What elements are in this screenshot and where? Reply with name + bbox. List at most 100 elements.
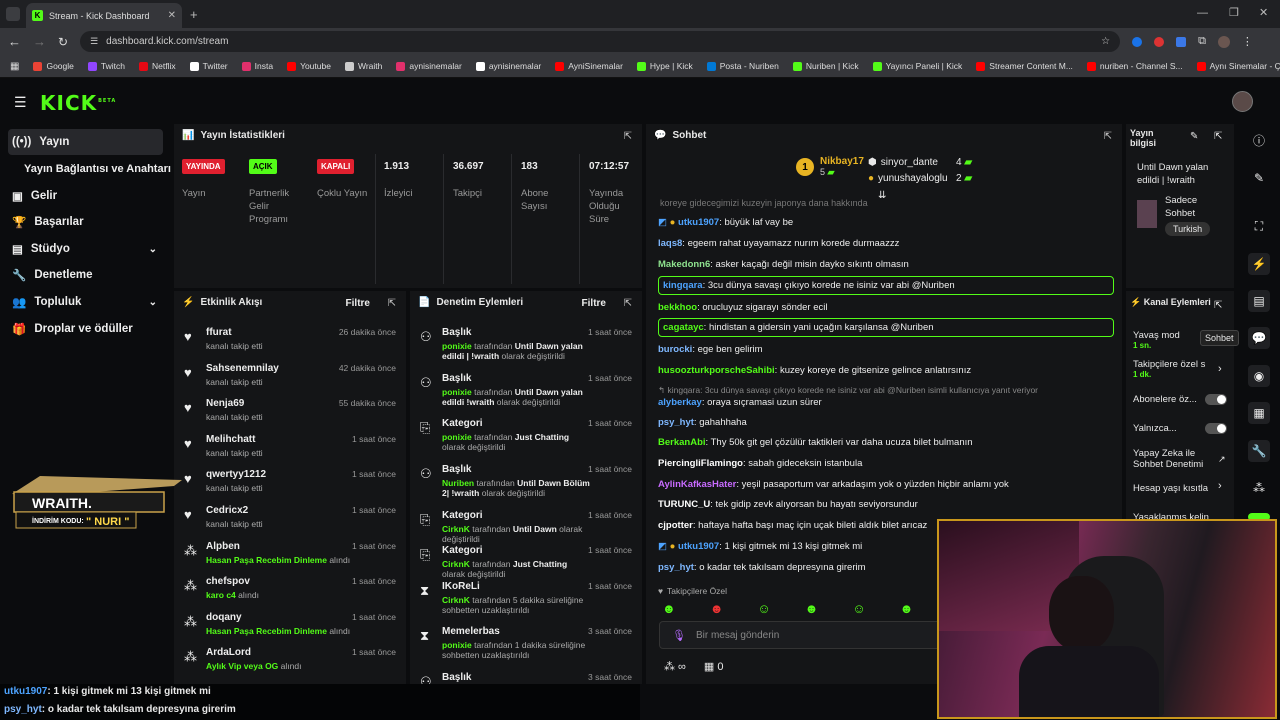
chat-message[interactable]: kingqara: 3cu dünya savaşı çıkıyo korede… bbox=[658, 276, 1114, 295]
only-toggle[interactable] bbox=[1205, 423, 1227, 434]
wrench-icon[interactable]: 🔧 bbox=[1248, 440, 1270, 462]
bookmark-item[interactable]: nuriben - Channel S... bbox=[1086, 61, 1183, 71]
sidebar-item-yayin[interactable]: ((•)) Yayın bbox=[8, 129, 163, 155]
menu-kebab-icon[interactable]: ⋮ bbox=[1242, 35, 1253, 48]
account-age-item[interactable]: Hesap yaşı kısıtla bbox=[1133, 483, 1208, 494]
layout-icon[interactable]: ▦ bbox=[1248, 402, 1270, 424]
bookmark-item[interactable]: Insta bbox=[241, 61, 273, 71]
extension-icon[interactable] bbox=[1132, 36, 1143, 47]
tab-search-icon[interactable] bbox=[6, 7, 20, 21]
ai-moderation-item[interactable]: Yapay Zeka ile Sohbet Denetimi bbox=[1133, 448, 1215, 470]
language-tag[interactable]: Turkish bbox=[1165, 222, 1211, 236]
emote-icon[interactable]: ☺ bbox=[852, 601, 865, 616]
chat-message[interactable]: TURUNC_U: tek gidip zevk alıyorsan bu ha… bbox=[658, 499, 1114, 510]
profile-icon[interactable] bbox=[1217, 35, 1230, 48]
chat-message[interactable]: AylinKafkasHater: yeşil pasaportum var a… bbox=[658, 479, 1114, 490]
bookmark-item[interactable]: AyniSinemalar bbox=[555, 61, 623, 71]
forward-icon[interactable]: → bbox=[33, 34, 46, 49]
info-icon[interactable]: ⓘ bbox=[1248, 129, 1270, 151]
extension-icon[interactable] bbox=[1176, 36, 1187, 47]
bookmark-star-icon[interactable]: ☆ bbox=[1101, 36, 1110, 47]
chat-message[interactable]: PiercingliFlamingo: sabah gideceksin ist… bbox=[658, 458, 1114, 469]
chat-message[interactable]: BerkanAbi: Thy 50k git gel çözülür takti… bbox=[658, 437, 1114, 448]
people-icon[interactable]: ⁂ bbox=[1248, 477, 1270, 499]
extension-icon[interactable] bbox=[1154, 36, 1165, 47]
bookmark-item[interactable]: aynisinemalar bbox=[475, 61, 541, 71]
followers-mode-item[interactable]: Takipçilere özel s1 dk. bbox=[1133, 359, 1213, 379]
chat-message[interactable]: burocki: ege ben gelirim bbox=[658, 344, 1114, 355]
popout-icon[interactable]: ⇱ bbox=[1214, 131, 1222, 142]
document-icon[interactable]: ▤ bbox=[1248, 290, 1270, 312]
emote-icon[interactable]: ☻ bbox=[710, 601, 724, 616]
tab-close-icon[interactable]: ✕ bbox=[168, 10, 176, 21]
emote-icon[interactable]: ☻ bbox=[900, 601, 914, 616]
scroll-down-icon[interactable]: ⇊ bbox=[878, 190, 886, 201]
close-window-icon[interactable]: ✕ bbox=[1259, 6, 1268, 19]
bookmark-item[interactable]: Nuriben | Kick bbox=[792, 61, 859, 71]
apps-grid-icon[interactable]: ▦ bbox=[10, 61, 19, 72]
new-tab-icon[interactable]: + bbox=[190, 7, 198, 22]
user-avatar[interactable] bbox=[1232, 91, 1253, 112]
bookmark-item[interactable]: Wraith bbox=[344, 61, 382, 71]
address-bar[interactable]: ☰ dashboard.kick.com/stream ☆ bbox=[80, 31, 1121, 52]
gift-box-icon[interactable]: ▦ 0 bbox=[704, 660, 724, 673]
bookmark-item[interactable]: Netflix bbox=[138, 61, 176, 71]
bookmark-item[interactable]: aynisinemalar bbox=[396, 61, 462, 71]
sidebar-item-basarilar[interactable]: 🏆 Başarılar bbox=[8, 209, 163, 235]
chat-message[interactable]: Makedonn6: asker kaçağı değil misin dayk… bbox=[658, 259, 1114, 270]
popout-icon[interactable]: ⇱ bbox=[1214, 300, 1222, 311]
chat-message[interactable]: alyberkay: oraya sıçramasi uzun sürer bbox=[658, 397, 1114, 408]
bookmark-item[interactable]: Youtube bbox=[287, 61, 331, 71]
only-item[interactable]: Yalnızca... bbox=[1133, 423, 1177, 434]
emote-icon[interactable]: ☻ bbox=[805, 601, 819, 616]
bookmark-item[interactable]: Yayıncı Paneli | Kick bbox=[872, 61, 962, 71]
bookmark-item[interactable]: Twitch bbox=[87, 61, 125, 71]
chat-icon[interactable]: 💬 bbox=[1248, 327, 1270, 349]
popout-icon[interactable]: ⇱ bbox=[624, 131, 632, 142]
emote-icon[interactable]: ☻ bbox=[662, 601, 676, 616]
slow-mode-item[interactable]: Yavaş mod 1 sn. bbox=[1133, 330, 1180, 350]
bookmark-item[interactable]: Posta - Nuriben bbox=[706, 61, 779, 71]
chat-message[interactable]: psy_hyt: gahahhaha bbox=[658, 417, 1114, 428]
bookmark-item[interactable]: Aynı Sinemalar - Ça... bbox=[1196, 61, 1280, 71]
subs-only-toggle[interactable] bbox=[1205, 394, 1227, 405]
site-info-icon[interactable]: ☰ bbox=[90, 36, 98, 47]
chevron-right-icon[interactable]: › bbox=[1218, 363, 1222, 375]
sidebar-item-droplar[interactable]: 🎁 Droplar ve ödüller bbox=[8, 316, 163, 342]
chat-message[interactable]: laqs8: egeem rahat uyayamazz nurım kored… bbox=[658, 238, 1114, 249]
bookmark-item[interactable]: Hype | Kick bbox=[636, 61, 693, 71]
edit-icon[interactable]: ✎ bbox=[1248, 167, 1270, 189]
screenshot-icon[interactable]: ⛶ bbox=[1248, 215, 1270, 237]
chat-message[interactable]: cagatayc: hindistan a gidersin yani uçağ… bbox=[658, 318, 1114, 337]
chat-message[interactable]: husoozturkporscheSahibi: kuzey koreye de… bbox=[658, 365, 1114, 376]
kick-logo[interactable]: KICKBETA bbox=[40, 91, 116, 115]
sidebar-item-studyo[interactable]: ▤ Stüdyo ⌄ bbox=[8, 236, 163, 262]
minimize-icon[interactable]: — bbox=[1197, 7, 1208, 19]
popout-icon[interactable]: ⇱ bbox=[388, 298, 396, 309]
reload-icon[interactable]: ↻ bbox=[58, 35, 68, 49]
popout-icon[interactable]: ⇱ bbox=[624, 298, 632, 309]
chat-message[interactable]: bekkhoo: orucluyuz sigarayı sönder ecil bbox=[658, 302, 1114, 313]
chat-message[interactable]: ◩ ● utku1907: büyük laf vay be bbox=[658, 217, 1114, 228]
subs-only-item[interactable]: Abonelere öz... bbox=[1133, 394, 1197, 405]
back-icon[interactable]: ← bbox=[8, 34, 21, 49]
hamburger-menu-icon[interactable]: ☰ bbox=[14, 94, 27, 111]
sidebar-item-topluluk[interactable]: 👥 Topluluk ⌄ bbox=[8, 289, 163, 315]
sidebar-item-stream-key[interactable]: Yayın Bağlantısı ve Anahtarı bbox=[20, 156, 175, 182]
edit-pencil-icon[interactable]: ✎ bbox=[1190, 131, 1198, 142]
external-link-icon[interactable]: ↗ bbox=[1218, 454, 1226, 465]
mod-filter-button[interactable]: Filtre bbox=[582, 298, 606, 309]
bookmark-item[interactable]: Streamer Content M... bbox=[976, 61, 1073, 71]
restore-icon[interactable]: ❐ bbox=[1229, 6, 1239, 19]
emote-icon[interactable]: ☺ bbox=[757, 601, 770, 616]
microphone-icon[interactable]: 🎙 bbox=[672, 629, 686, 642]
sidebar-item-gelir[interactable]: ▣ Gelir bbox=[8, 183, 163, 209]
extensions-puzzle-icon[interactable]: ⧉ bbox=[1198, 35, 1206, 48]
browser-tab[interactable]: K Stream - Kick Dashboard ✕ bbox=[26, 3, 182, 28]
infinity-points-icon[interactable]: ⁂ ∞ bbox=[664, 660, 686, 673]
bookmark-item[interactable]: Google bbox=[33, 61, 74, 71]
quick-action-lightning-icon[interactable]: ⚡ bbox=[1248, 253, 1270, 275]
bookmark-item[interactable]: Twitter bbox=[189, 61, 228, 71]
chevron-right-icon[interactable]: › bbox=[1218, 480, 1222, 492]
activity-filter-button[interactable]: Filtre bbox=[346, 298, 370, 309]
